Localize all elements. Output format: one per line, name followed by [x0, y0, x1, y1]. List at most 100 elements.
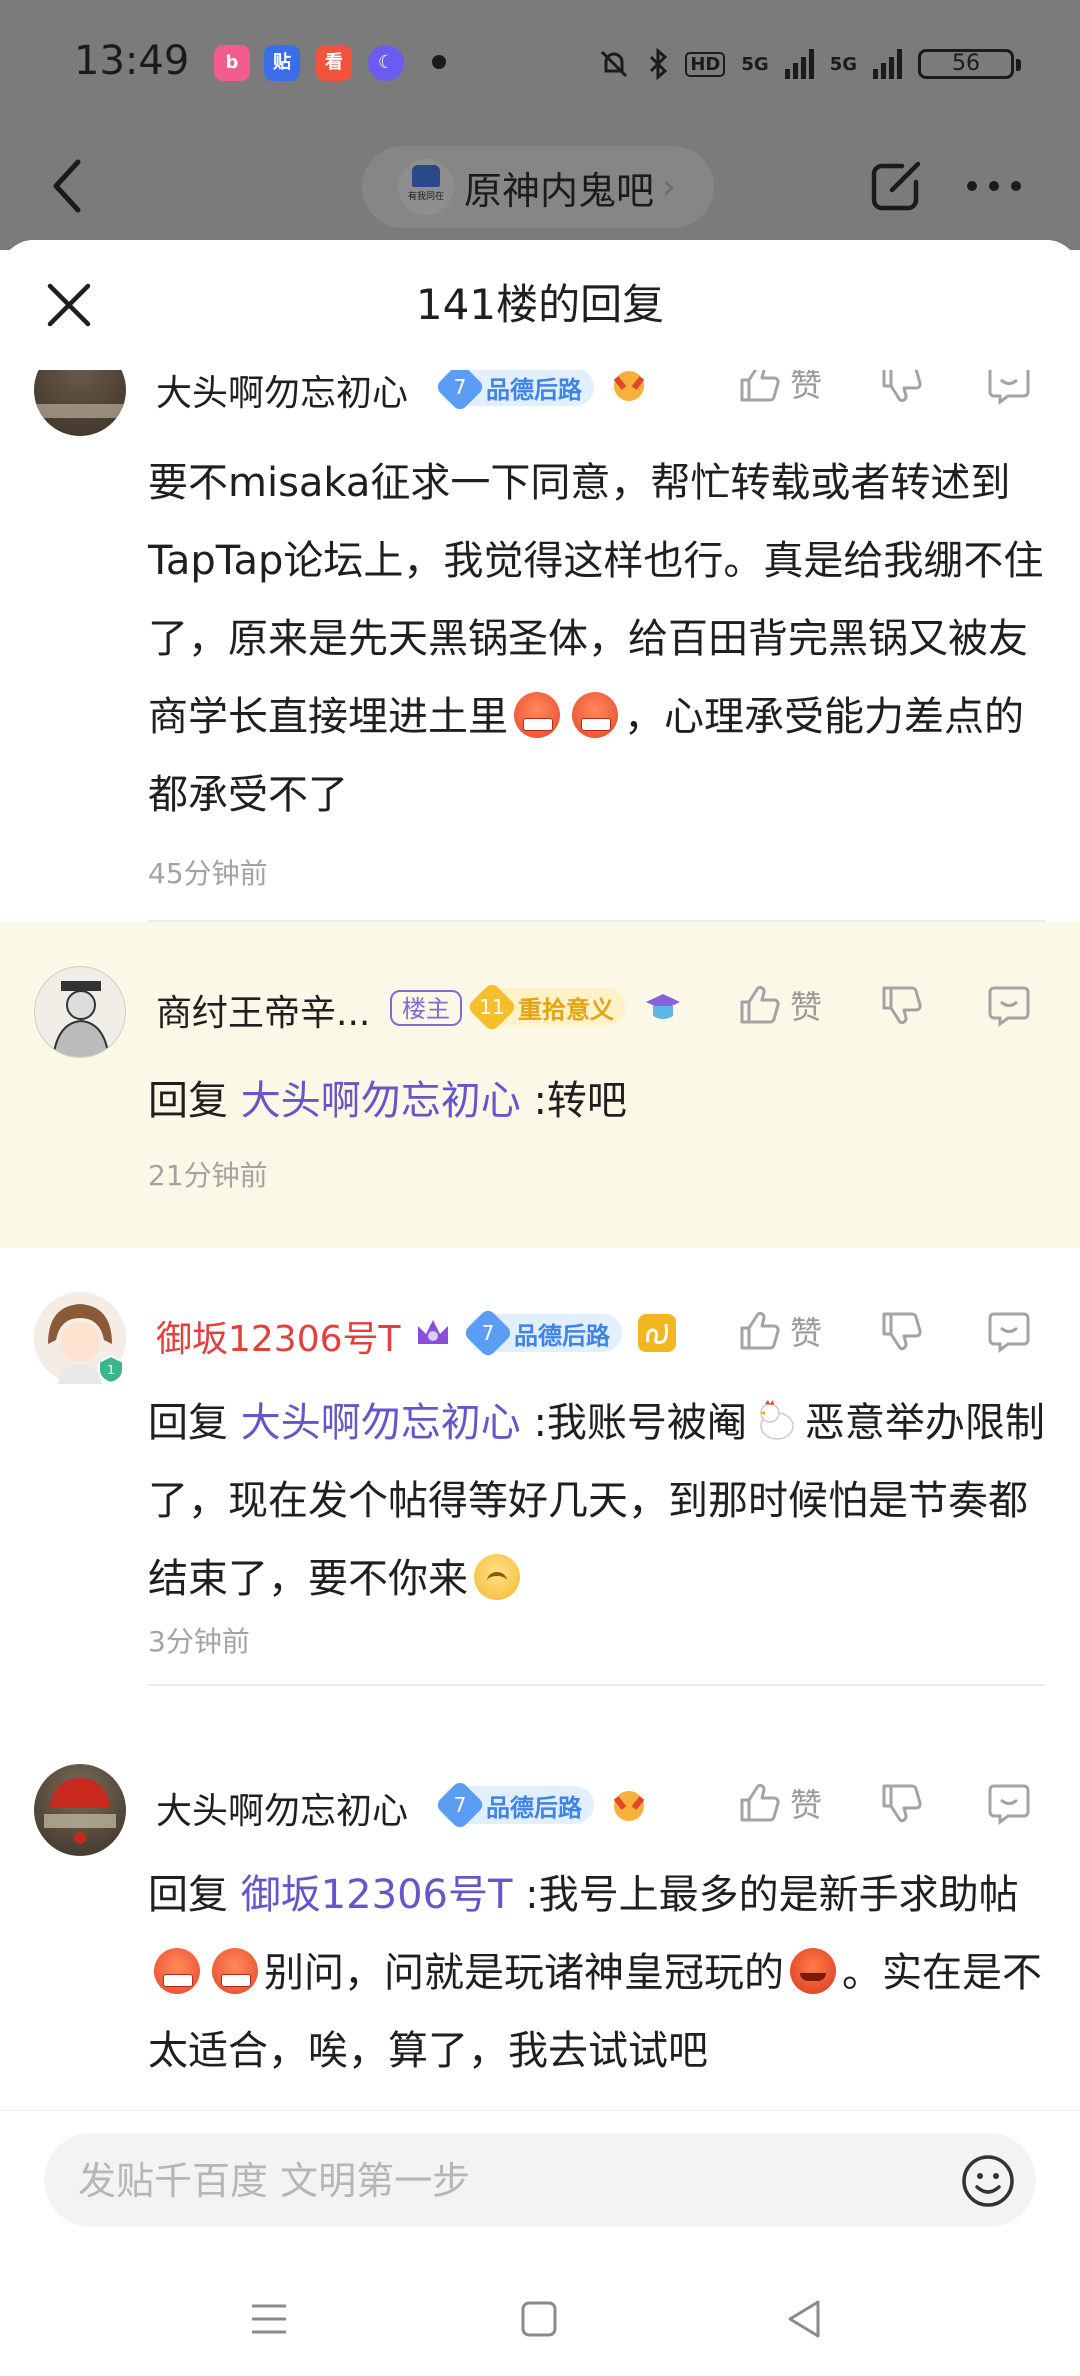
forum-logo-caption: 有我同在 [407, 192, 444, 202]
like-label: 赞 [790, 370, 823, 404]
forum-link[interactable]: 有我同在 原神内鬼吧 › [362, 146, 714, 228]
avatar[interactable] [34, 370, 126, 436]
tieba-icon: 贴 [264, 45, 300, 81]
home-square-icon[interactable] [514, 2294, 564, 2344]
like-button[interactable]: 赞 [736, 1778, 822, 1828]
reply-text-content: :转吧 [533, 1078, 627, 1124]
reply-text-content: :我账号被阉 [533, 1400, 747, 1446]
forum-logo: 有我同在 [398, 159, 454, 215]
avatar[interactable] [34, 966, 126, 1058]
username[interactable]: 商纣王帝辛... [156, 984, 370, 1036]
battery-icon: 56 [918, 49, 1021, 79]
angry-emoji-icon [212, 1948, 258, 1994]
graduation-cap-icon [646, 994, 680, 1019]
level-title: 品德后路 [514, 1321, 610, 1350]
sheet-title: 141楼的回复 [415, 280, 665, 329]
mention-link[interactable]: 大头啊勿忘初心 [241, 1400, 521, 1446]
svg-text:1: 1 [107, 1363, 115, 1377]
reply-time: 3分钟前 [148, 1625, 250, 1658]
back-triangle-icon[interactable] [780, 2294, 830, 2344]
close-icon[interactable] [44, 280, 94, 330]
hands-emoji-icon [613, 1791, 645, 1821]
reply-time: 21分钟前 [148, 1159, 268, 1192]
emoji-picker-icon[interactable] [960, 2153, 1016, 2209]
reply-item: 大头啊勿忘初心 7 品德后路 赞 回复 御坂12306号T :我号上最多的是新手… [0, 1730, 1080, 2110]
comment-icon[interactable] [986, 1780, 1032, 1826]
angry-emoji-icon [572, 692, 618, 738]
level-number: 7 [453, 1793, 467, 1817]
comment-input[interactable] [76, 2133, 960, 2229]
thumbs-up-icon [740, 1311, 780, 1350]
like-label: 赞 [790, 988, 823, 1026]
bluetooth-icon [650, 47, 668, 81]
signal-icon [784, 49, 814, 79]
bilibili-icon: b [214, 45, 250, 81]
reply-prefix: 回复 [148, 1872, 228, 1918]
mention-link[interactable]: 大头啊勿忘初心 [241, 1078, 521, 1124]
reply-prefix: 回复 [148, 1078, 228, 1124]
level-diamond-icon: 7 [434, 1779, 486, 1831]
notification-dot [432, 55, 446, 69]
network-label-1: 5G [741, 53, 769, 75]
badge-avatar-icon [44, 1778, 116, 1844]
comment-icon[interactable] [986, 982, 1032, 1028]
reply-list[interactable]: 大头啊勿忘初心 7 品德后路 赞 要不misaka征求一下同意，帮忙转载或者转述… [0, 370, 1080, 2110]
comment-icon[interactable] [986, 370, 1032, 406]
like-button[interactable]: 赞 [736, 1306, 822, 1356]
more-options-icon[interactable] [966, 180, 1022, 192]
thumbs-down-icon[interactable] [878, 1308, 924, 1354]
thumbs-up-logo-icon [412, 165, 440, 187]
back-arrow-icon[interactable] [48, 158, 88, 214]
like-button[interactable]: 赞 [736, 980, 822, 1030]
avatar[interactable] [34, 1764, 126, 1856]
level-diamond-icon: 7 [434, 370, 486, 413]
zodiac-leo-icon [638, 1314, 676, 1352]
reply-text-content: :我号上最多的是新手求助帖 [525, 1872, 1019, 1918]
chevron-right-icon: › [662, 167, 676, 207]
level-diamond-icon: 7 [462, 1307, 514, 1359]
username[interactable]: 御坂12306号T [156, 1310, 401, 1362]
video-app-icon: 看 [316, 45, 352, 81]
thumbs-down-icon[interactable] [878, 1780, 924, 1826]
mention-link[interactable]: 御坂12306号T [241, 1872, 513, 1918]
thumbs-down-icon[interactable] [878, 982, 924, 1028]
moon-app-icon: ☾ [368, 45, 404, 81]
level-number: 11 [479, 995, 505, 1019]
reply-text: 回复 大头啊勿忘初心 :我账号被阉 恶意举办限制了，现在发个帖得等好几天，到那时候… [148, 1384, 1048, 1618]
reply-sheet: 141楼的回复 大头啊勿忘初心 7 品德后路 赞 要不misaka征求一下同意，… [0, 240, 1080, 2376]
reply-item-highlighted: 商纣王帝辛... 楼主 11 重拾意义 赞 回复 大头啊勿忘初心 :转吧 21分… [0, 922, 1080, 1248]
thumbs-down-icon[interactable] [878, 370, 924, 406]
comment-input-box[interactable] [44, 2133, 1036, 2229]
divider [148, 1684, 1046, 1686]
hands-emoji-icon [613, 371, 645, 401]
reply-item: 1 御坂12306号T 7 品德后路 赞 回复 大头啊勿忘初心 :我账号被阉 恶意… [0, 1248, 1080, 1730]
status-time: 13:49 [74, 38, 190, 84]
network-label-2: 5G [829, 53, 857, 75]
hd-label: HD [685, 51, 726, 77]
level-badge: 7 品德后路 [434, 370, 594, 413]
level-badge: 7 品德后路 [434, 1779, 594, 1831]
like-label: 赞 [790, 1314, 823, 1352]
emperor-portrait-icon [52, 981, 110, 1057]
thumbs-up-icon [740, 1783, 780, 1822]
username[interactable]: 大头啊勿忘初心 [156, 1782, 408, 1834]
level-badge: 7 品德后路 [462, 1307, 622, 1359]
reply-time: 45分钟前 [148, 857, 268, 890]
crown-icon [418, 1320, 448, 1344]
sheet-header: 141楼的回复 [0, 240, 1080, 370]
status-indicators: HD 5G 5G 56 [597, 44, 1021, 84]
host-badge: 楼主 [390, 990, 462, 1026]
like-button[interactable]: 赞 [736, 370, 822, 408]
system-nav-bar [0, 2266, 1080, 2376]
level-badge: 11 重拾意义 [466, 981, 626, 1033]
comment-icon[interactable] [986, 1308, 1032, 1354]
edit-post-icon[interactable] [868, 158, 924, 214]
thumbs-up-icon [740, 985, 780, 1024]
username[interactable]: 大头啊勿忘初心 [156, 370, 408, 416]
menu-icon[interactable] [244, 2294, 294, 2344]
forum-name: 原神内鬼吧 [464, 168, 655, 213]
avatar[interactable]: 1 [34, 1292, 126, 1384]
level-number: 7 [481, 1321, 495, 1345]
chicken-emoji-icon [759, 1400, 794, 1440]
level-shield-icon: 1 [98, 1354, 124, 1384]
